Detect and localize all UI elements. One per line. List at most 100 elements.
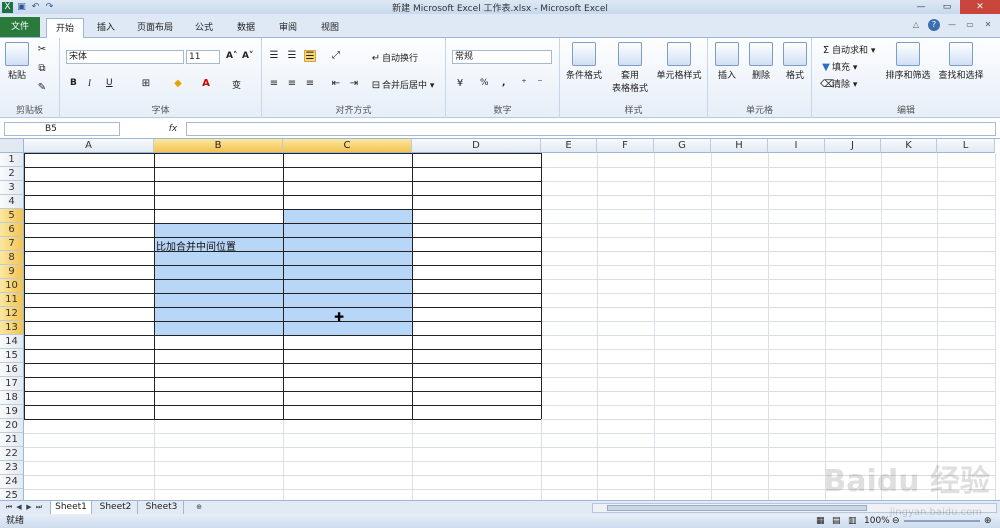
tab-page-layout[interactable]: 页面布局 <box>130 18 180 38</box>
next-sheet-icon[interactable]: ▶ <box>24 502 34 513</box>
column-header[interactable]: A <box>24 139 154 153</box>
row-header[interactable]: 17 <box>0 377 24 391</box>
zoom-in-icon[interactable]: ⊕ <box>984 514 992 528</box>
increase-indent-icon[interactable]: ⇥ <box>348 78 360 90</box>
format-table-button[interactable]: 套用 表格格式 <box>608 42 652 94</box>
border-icon[interactable]: ⊞ <box>140 78 152 90</box>
fill-color-icon[interactable]: ◆ <box>172 78 184 90</box>
tab-data[interactable]: 数据 <box>228 18 264 38</box>
fill-button[interactable]: ▼ 填充 ▾ <box>820 60 857 74</box>
column-header[interactable]: G <box>654 139 711 153</box>
row-header[interactable]: 12 <box>0 307 24 321</box>
row-header[interactable]: 18 <box>0 391 24 405</box>
row-header[interactable]: 11 <box>0 293 24 307</box>
scroll-thumb[interactable] <box>607 505 867 511</box>
decrease-decimal-icon[interactable]: ⁻ <box>534 78 546 90</box>
font-color-icon[interactable]: A <box>200 78 212 90</box>
row-header[interactable]: 21 <box>0 433 24 447</box>
doc-minimize-icon[interactable]: — <box>946 19 958 31</box>
align-center-icon[interactable]: ≡ <box>286 78 298 90</box>
column-header[interactable]: K <box>881 139 937 153</box>
tab-view[interactable]: 视图 <box>312 18 348 38</box>
shrink-font-button[interactable]: A˅ <box>242 51 253 61</box>
row-header[interactable]: 15 <box>0 349 24 363</box>
column-header[interactable]: J <box>825 139 881 153</box>
row-header[interactable]: 25 <box>0 489 24 500</box>
delete-cells-button[interactable]: 删除 <box>746 42 776 81</box>
find-select-button[interactable]: 查找和选择 <box>936 42 986 81</box>
normal-view-icon[interactable]: ▦ <box>816 514 825 528</box>
autosum-button[interactable]: Σ 自动求和 ▾ <box>820 43 876 57</box>
column-header[interactable]: E <box>541 139 597 153</box>
row-header[interactable]: 6 <box>0 223 24 237</box>
column-header[interactable]: H <box>711 139 768 153</box>
align-bottom-icon[interactable]: ☰ <box>304 50 316 62</box>
row-header[interactable]: 20 <box>0 419 24 433</box>
merge-center-button[interactable]: ⊟ 合并后居中 ▾ <box>370 78 435 92</box>
column-header[interactable]: D <box>412 139 541 153</box>
tab-review[interactable]: 审阅 <box>270 18 306 38</box>
column-header[interactable]: L <box>937 139 995 153</box>
italic-button[interactable]: I <box>88 78 91 88</box>
column-header[interactable]: C <box>283 139 412 153</box>
cell-styles-button[interactable]: 单元格样式 <box>654 42 704 81</box>
insert-function-button[interactable]: fx <box>164 122 182 136</box>
worksheet-grid[interactable]: A B C D E F G H I J K L 1 2 3 4 5 6 7 8 9 10 11 12 13 14 15 16 17 18 1… <box>0 139 1000 500</box>
sheet-tab-1[interactable]: Sheet1 <box>50 501 92 514</box>
active-cell[interactable] <box>155 210 283 223</box>
insert-cells-button[interactable]: 插入 <box>712 42 742 81</box>
row-header[interactable]: 16 <box>0 363 24 377</box>
font-name-dropdown[interactable]: 宋体 <box>66 50 184 64</box>
first-sheet-icon[interactable]: ⏮ <box>4 502 14 513</box>
copy-icon[interactable]: ⧉ <box>36 63 48 75</box>
tab-home[interactable]: 开始 <box>46 18 84 39</box>
font-size-dropdown[interactable]: 11 <box>186 50 220 64</box>
paste-button[interactable]: 粘贴 <box>4 42 30 81</box>
tab-insert[interactable]: 插入 <box>88 18 124 38</box>
insert-sheet-icon[interactable]: ⊕ <box>192 502 206 513</box>
row-header[interactable]: 22 <box>0 447 24 461</box>
prev-sheet-icon[interactable]: ◀ <box>14 502 24 513</box>
align-left-icon[interactable]: ≡ <box>268 78 280 90</box>
row-header[interactable]: 4 <box>0 195 24 209</box>
row-header[interactable]: 13 <box>0 321 24 335</box>
phonetic-button[interactable]: 变 <box>232 78 241 91</box>
conditional-format-button[interactable]: 条件格式 <box>562 42 606 81</box>
tab-file[interactable]: 文件 <box>0 17 40 37</box>
doc-restore-icon[interactable]: ▭ <box>964 19 976 31</box>
minimize-button[interactable]: — <box>908 0 934 14</box>
column-header[interactable]: B <box>154 139 283 153</box>
formula-input[interactable] <box>186 122 996 136</box>
row-header[interactable]: 3 <box>0 181 24 195</box>
align-middle-icon[interactable]: ☰ <box>286 50 298 62</box>
zoom-level[interactable]: 100% <box>864 514 890 528</box>
close-button[interactable]: ✕ <box>960 0 1000 14</box>
row-header[interactable]: 1 <box>0 153 24 167</box>
row-header[interactable]: 19 <box>0 405 24 419</box>
orientation-icon[interactable]: ⤢ <box>330 50 342 62</box>
underline-button[interactable]: U <box>106 78 113 88</box>
currency-icon[interactable]: ¥ <box>454 78 466 90</box>
row-header[interactable]: 8 <box>0 251 24 265</box>
clear-button[interactable]: ⌫清除 ▾ <box>820 77 857 91</box>
name-box[interactable]: B5 <box>4 122 120 136</box>
select-all-button[interactable] <box>0 139 24 153</box>
number-format-dropdown[interactable]: 常规 <box>452 50 552 64</box>
row-header[interactable]: 10 <box>0 279 24 293</box>
row-header[interactable]: 23 <box>0 461 24 475</box>
tab-formulas[interactable]: 公式 <box>186 18 222 38</box>
last-sheet-icon[interactable]: ⏭ <box>34 502 44 513</box>
increase-decimal-icon[interactable]: ⁺ <box>518 78 530 90</box>
grow-font-button[interactable]: A˄ <box>226 51 237 61</box>
row-header[interactable]: 9 <box>0 265 24 279</box>
row-header[interactable]: 7 <box>0 237 24 251</box>
percent-button[interactable]: % <box>480 78 489 88</box>
decrease-indent-icon[interactable]: ⇤ <box>330 78 342 90</box>
align-top-icon[interactable]: ☰ <box>268 50 280 62</box>
page-layout-view-icon[interactable]: ▤ <box>832 514 841 528</box>
help-icon[interactable]: ? <box>928 19 940 31</box>
doc-close-icon[interactable]: ✕ <box>982 19 994 31</box>
align-right-icon[interactable]: ≡ <box>304 78 316 90</box>
sheet-tab-3[interactable]: Sheet3 <box>140 501 184 514</box>
column-header[interactable]: I <box>768 139 825 153</box>
